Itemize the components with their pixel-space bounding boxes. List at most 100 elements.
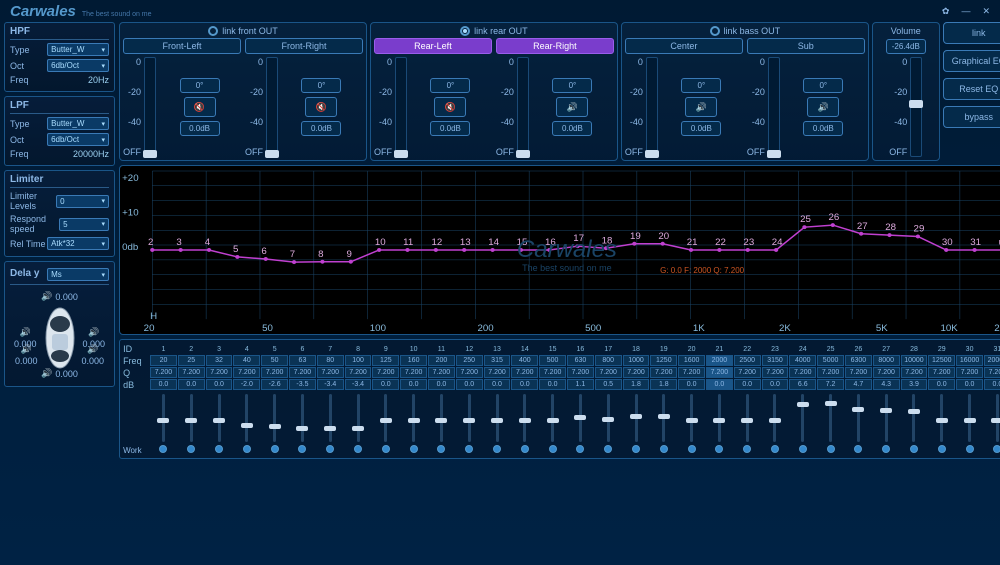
eq-db-6[interactable]: -3.4 <box>317 379 344 390</box>
channel-4-slider[interactable] <box>646 57 658 157</box>
eq-db-30[interactable]: 0.0 <box>984 379 1000 390</box>
eq-freq-13[interactable]: 400 <box>511 355 538 366</box>
eq-q-14[interactable]: 7.200 <box>539 367 566 378</box>
channel-3-gain[interactable]: 0.0dB <box>552 121 592 136</box>
eq-db-8[interactable]: 0.0 <box>372 379 399 390</box>
eq-slider-5[interactable] <box>301 394 304 442</box>
eq-q-12[interactable]: 7.200 <box>484 367 511 378</box>
eq-db-12[interactable]: 0.0 <box>484 379 511 390</box>
eq-q-7[interactable]: 7.200 <box>345 367 372 378</box>
eq-q-22[interactable]: 7.200 <box>762 367 789 378</box>
eq-q-26[interactable]: 7.200 <box>873 367 900 378</box>
eq-work-0[interactable] <box>159 445 167 453</box>
eq-slider-17[interactable] <box>635 394 638 442</box>
close-button[interactable]: ✕ <box>982 6 990 17</box>
eq-slider-13[interactable] <box>523 394 526 442</box>
eq-slider-4[interactable] <box>273 394 276 442</box>
eq-freq-29[interactable]: 16000 <box>956 355 983 366</box>
eq-slider-3[interactable] <box>245 394 248 442</box>
limiter-speed-select[interactable]: 5 <box>59 218 109 231</box>
eq-q-20[interactable]: 7.200 <box>706 367 733 378</box>
link-bass-radio[interactable] <box>710 26 720 36</box>
eq-slider-19[interactable] <box>690 394 693 442</box>
eq-q-1[interactable]: 7.200 <box>178 367 205 378</box>
eq-db-16[interactable]: 0.5 <box>595 379 622 390</box>
eq-freq-8[interactable]: 125 <box>372 355 399 366</box>
channel-3-slider[interactable] <box>517 57 529 157</box>
eq-db-5[interactable]: -3.5 <box>289 379 316 390</box>
eq-q-15[interactable]: 7.200 <box>567 367 594 378</box>
eq-q-18[interactable]: 7.200 <box>650 367 677 378</box>
eq-slider-28[interactable] <box>940 394 943 442</box>
channel-0-phase[interactable]: 0° <box>180 78 220 93</box>
eq-db-15[interactable]: 1.1 <box>567 379 594 390</box>
hpf-oct-select[interactable]: 6db/Oct <box>47 59 109 72</box>
link-front-radio[interactable] <box>208 26 218 36</box>
eq-work-13[interactable] <box>521 445 529 453</box>
eq-slider-24[interactable] <box>829 394 832 442</box>
settings-icon[interactable]: ✿ <box>942 6 950 17</box>
eq-freq-14[interactable]: 500 <box>539 355 566 366</box>
eq-freq-7[interactable]: 100 <box>345 355 372 366</box>
eq-db-20[interactable]: 0.0 <box>706 379 733 390</box>
eq-q-11[interactable]: 7.200 <box>456 367 483 378</box>
eq-q-29[interactable]: 7.200 <box>956 367 983 378</box>
eq-slider-25[interactable] <box>857 394 860 442</box>
eq-work-4[interactable] <box>271 445 279 453</box>
link-rear-radio[interactable] <box>460 26 470 36</box>
channel-2-button[interactable]: Rear-Left <box>374 38 492 54</box>
eq-work-20[interactable] <box>715 445 723 453</box>
eq-q-25[interactable]: 7.200 <box>845 367 872 378</box>
eq-db-22[interactable]: 0.0 <box>762 379 789 390</box>
lpf-oct-select[interactable]: 6db/Oct <box>47 133 109 146</box>
eq-db-23[interactable]: 6.6 <box>789 379 816 390</box>
eq-work-10[interactable] <box>437 445 445 453</box>
eq-graph[interactable]: +20+100db20501002005001K2K5K10K20KHL2345… <box>119 165 1000 335</box>
eq-work-23[interactable] <box>799 445 807 453</box>
channel-0-mute[interactable]: 🔇 <box>184 97 216 117</box>
eq-db-19[interactable]: 0.0 <box>678 379 705 390</box>
eq-freq-9[interactable]: 160 <box>400 355 427 366</box>
eq-db-25[interactable]: 4.7 <box>845 379 872 390</box>
eq-freq-2[interactable]: 32 <box>206 355 233 366</box>
minimize-button[interactable]: — <box>961 6 970 17</box>
channel-5-gain[interactable]: 0.0dB <box>803 121 843 136</box>
eq-q-4[interactable]: 7.200 <box>261 367 288 378</box>
eq-slider-21[interactable] <box>746 394 749 442</box>
eq-freq-30[interactable]: 20000 <box>984 355 1000 366</box>
eq-work-12[interactable] <box>493 445 501 453</box>
eq-freq-15[interactable]: 630 <box>567 355 594 366</box>
eq-slider-2[interactable] <box>218 394 221 442</box>
eq-freq-23[interactable]: 4000 <box>789 355 816 366</box>
eq-freq-12[interactable]: 315 <box>484 355 511 366</box>
eq-db-28[interactable]: 0.0 <box>928 379 955 390</box>
channel-1-button[interactable]: Front-Right <box>245 38 363 54</box>
eq-work-27[interactable] <box>910 445 918 453</box>
eq-freq-20[interactable]: 2000 <box>706 355 733 366</box>
eq-work-26[interactable] <box>882 445 890 453</box>
channel-4-gain[interactable]: 0.0dB <box>681 121 721 136</box>
eq-work-1[interactable] <box>187 445 195 453</box>
channel-2-phase[interactable]: 0° <box>430 78 470 93</box>
eq-db-10[interactable]: 0.0 <box>428 379 455 390</box>
volume-thumb[interactable] <box>909 100 923 108</box>
channel-4-mute[interactable]: 🔊 <box>685 97 717 117</box>
channel-2-gain[interactable]: 0.0dB <box>430 121 470 136</box>
eq-slider-20[interactable] <box>718 394 721 442</box>
channel-0-button[interactable]: Front-Left <box>123 38 241 54</box>
eq-db-13[interactable]: 0.0 <box>511 379 538 390</box>
channel-4-phase[interactable]: 0° <box>681 78 721 93</box>
eq-freq-1[interactable]: 25 <box>178 355 205 366</box>
eq-freq-3[interactable]: 40 <box>233 355 260 366</box>
eq-q-24[interactable]: 7.200 <box>817 367 844 378</box>
eq-slider-27[interactable] <box>912 394 915 442</box>
eq-work-25[interactable] <box>854 445 862 453</box>
eq-freq-10[interactable]: 200 <box>428 355 455 366</box>
eq-q-27[interactable]: 7.200 <box>901 367 928 378</box>
channel-1-phase[interactable]: 0° <box>301 78 341 93</box>
hpf-type-select[interactable]: Butter_W <box>47 43 109 56</box>
eq-freq-18[interactable]: 1250 <box>650 355 677 366</box>
eq-db-27[interactable]: 3.9 <box>901 379 928 390</box>
eq-work-8[interactable] <box>382 445 390 453</box>
channel-5-phase[interactable]: 0° <box>803 78 843 93</box>
